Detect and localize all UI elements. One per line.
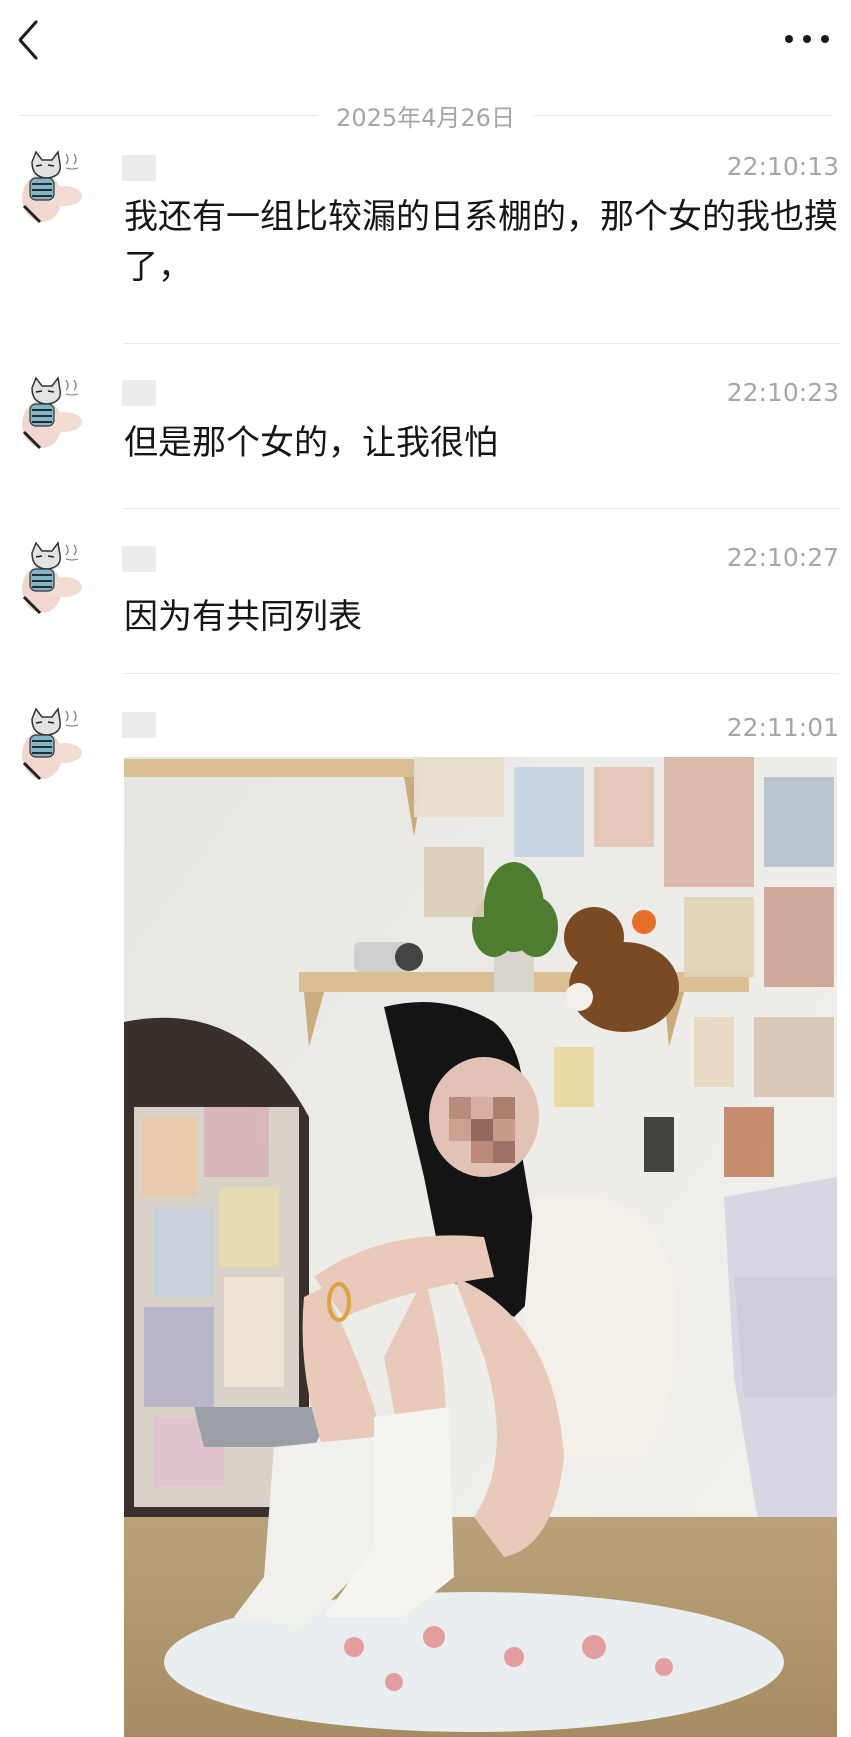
cat-avatar-icon[interactable] [18,374,90,454]
date-divider: 2025年4月26日 [20,98,832,132]
more-options-button[interactable] [785,22,829,56]
chevron-left-icon [18,20,38,60]
message-separator [124,508,839,509]
cat-avatar-icon[interactable] [18,539,90,619]
divider-line-right [532,114,832,116]
cat-avatar-icon[interactable] [18,148,90,228]
date-label: 2025年4月26日 [336,103,515,132]
top-bar [0,0,851,80]
sender-name-redacted [122,380,156,406]
message-text: 我还有一组比较漏的日系棚的，那个女的我也摸了， [124,197,838,287]
more-dot [803,35,811,43]
message-photo[interactable] [124,757,837,1737]
divider-line-left [20,114,319,116]
sender-name-redacted [122,155,156,181]
message-separator [124,673,839,674]
message-time: 22:10:27 [726,543,839,572]
back-button[interactable] [14,18,44,62]
message-time: 22:10:23 [726,378,839,407]
message-text: 但是那个女的，让我很怕 [124,423,498,463]
more-dot [785,35,793,43]
more-dot [821,35,829,43]
message-separator [124,343,839,344]
message-time: 22:11:01 [726,713,839,742]
sender-name-redacted [122,546,156,572]
photo-illustration [124,757,837,1737]
message-text: 因为有共同列表 [124,597,362,637]
sender-name-redacted [122,712,156,738]
message-time: 22:10:13 [726,152,839,181]
cat-avatar-icon[interactable] [18,705,90,785]
